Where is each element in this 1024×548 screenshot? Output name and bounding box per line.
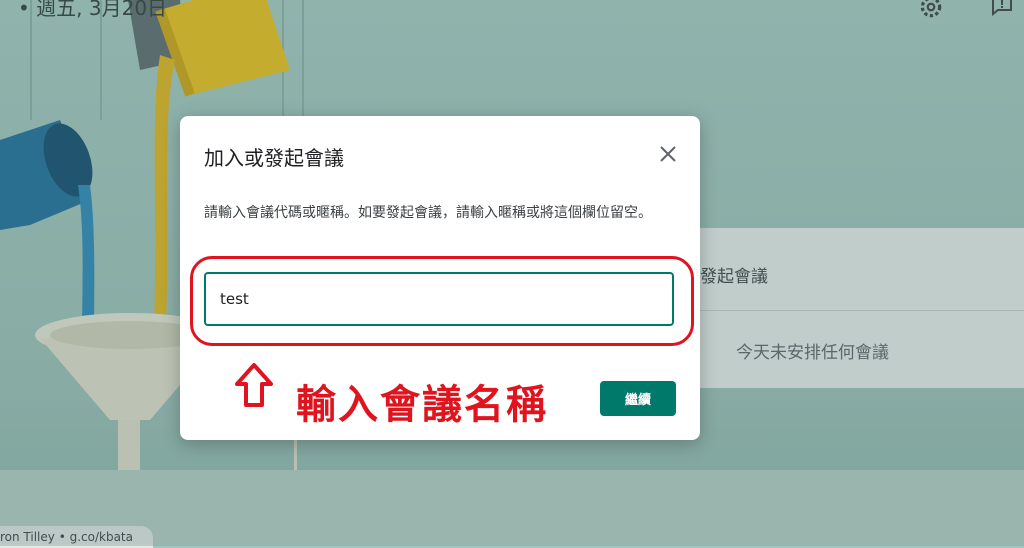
dialog-description: 請輸入會議代碼或暱稱。如要發起會議，請輸入暱稱或將這個欄位留空。 — [204, 205, 652, 221]
close-icon[interactable] — [656, 142, 680, 166]
continue-button[interactable]: 繼續 — [600, 381, 676, 416]
annotation-highlight-ring — [190, 256, 694, 346]
dialog-title: 加入或發起會議 — [204, 146, 344, 170]
join-meeting-dialog: 加入或發起會議 請輸入會議代碼或暱稱。如要發起會議，請輸入暱稱或將這個欄位留空。… — [180, 116, 700, 440]
arrow-up-icon — [235, 363, 273, 407]
annotation-label: 輸入會議名稱 — [296, 382, 548, 428]
